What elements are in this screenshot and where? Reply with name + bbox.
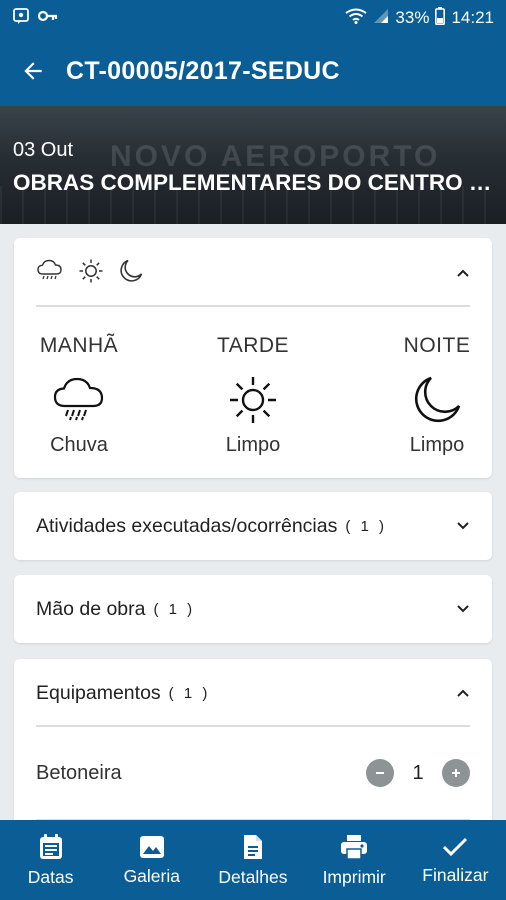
back-button[interactable]	[0, 36, 66, 106]
page-title: CT-00005/2017-SEDUC	[66, 56, 340, 85]
section-equipamentos: Equipamentos ( 1 ) Betoneira 1	[14, 659, 492, 820]
expand-mao-de-obra-button[interactable]	[456, 602, 470, 616]
expand-atividades-button[interactable]	[456, 519, 470, 533]
section-title: Equipamentos	[36, 682, 161, 704]
nav-finalizar[interactable]: Finalizar	[405, 820, 505, 900]
quantity-value: 1	[412, 761, 424, 784]
battery-percent: 33%	[395, 8, 430, 27]
period-condition: Limpo	[409, 434, 465, 456]
app-bar: CT-00005/2017-SEDUC	[0, 36, 506, 106]
quantity-stepper: 1	[366, 759, 470, 787]
content-area: MANHÃ Chuva TARDE Limpo NOITE Limpo Ativ…	[0, 224, 506, 820]
section-count: ( 1 )	[168, 685, 211, 702]
bottom-nav: Datas Galeria Detalhes Imprimir Finaliza…	[0, 820, 506, 900]
section-atividades[interactable]: Atividades executadas/ocorrências ( 1 )	[14, 492, 492, 560]
nav-label: Datas	[27, 866, 74, 887]
weather-card: MANHÃ Chuva TARDE Limpo NOITE Limpo	[14, 238, 492, 478]
section-label: Mão de obra ( 1 )	[36, 598, 195, 621]
period-label: NOITE	[403, 334, 471, 357]
project-banner: NOVO AEROPORTO 03 Out OBRAS COMPLEMENTAR…	[0, 106, 506, 224]
image-icon	[139, 835, 164, 858]
moon-icon	[414, 376, 461, 423]
rain-cloud-icon	[53, 377, 104, 421]
notification-icon	[12, 7, 30, 30]
status-bar: 33% 14:21	[0, 0, 506, 36]
chevron-up-icon	[457, 689, 469, 697]
period-morning: MANHÃ Chuva	[14, 334, 144, 457]
section-label: Equipamentos ( 1 )	[36, 682, 210, 705]
collapse-equipamentos-button[interactable]	[456, 686, 470, 700]
period-icon	[52, 372, 106, 428]
collapse-weather-button[interactable]	[456, 266, 470, 280]
nav-datas[interactable]: Datas	[1, 820, 101, 900]
status-right: 33% 14:21	[345, 6, 494, 30]
nav-imprimir[interactable]: Imprimir	[304, 820, 404, 900]
calendar-icon	[39, 833, 62, 859]
period-condition: Chuva	[50, 434, 108, 456]
increment-button[interactable]	[442, 759, 470, 787]
section-count: ( 1 )	[345, 518, 388, 535]
section-title: Atividades executadas/ocorrências	[36, 515, 338, 537]
nav-label: Imprimir	[322, 866, 386, 887]
nav-label: Detalhes	[218, 866, 288, 887]
nav-label: Galeria	[123, 865, 180, 886]
weather-divider	[36, 305, 470, 307]
banner-background-text: NOVO AEROPORTO	[110, 140, 441, 173]
sun-icon	[230, 377, 276, 423]
chevron-up-icon	[457, 269, 469, 277]
equipment-name: Betoneira	[36, 761, 122, 784]
equipamentos-divider	[36, 725, 470, 727]
banner-title: OBRAS COMPLEMENTARES DO CENTRO DE CONVEN…	[13, 170, 493, 195]
minus-icon	[376, 772, 384, 774]
arrow-back-icon	[24, 62, 42, 80]
period-label: TARDE	[216, 334, 290, 357]
rain-cloud-icon	[37, 259, 62, 280]
period-icon	[411, 372, 463, 428]
chevron-down-icon	[457, 605, 469, 613]
period-condition: Limpo	[225, 434, 281, 456]
status-time: 14:21	[451, 8, 494, 27]
section-mao-de-obra[interactable]: Mão de obra ( 1 )	[14, 575, 492, 643]
period-night: NOITE Limpo	[372, 334, 502, 457]
plus-icon	[452, 769, 460, 777]
status-left	[12, 7, 58, 30]
period-icon	[227, 372, 279, 428]
decrement-button[interactable]	[366, 759, 394, 787]
chevron-down-icon	[457, 522, 469, 530]
wifi-icon	[345, 8, 367, 29]
equipment-row: Betoneira 1	[36, 745, 470, 801]
printer-icon	[341, 834, 368, 860]
period-afternoon: TARDE Limpo	[188, 334, 318, 457]
section-title: Mão de obra	[36, 598, 146, 620]
weather-summary-icons	[36, 258, 144, 284]
key-icon	[37, 8, 58, 28]
sun-icon	[79, 259, 103, 283]
period-label: MANHÃ	[39, 334, 119, 357]
battery-icon	[435, 6, 446, 30]
section-count: ( 1 )	[153, 601, 196, 618]
nav-galeria[interactable]: Galeria	[102, 820, 202, 900]
nav-label: Finalizar	[422, 864, 489, 885]
section-label: Atividades executadas/ocorrências ( 1 )	[36, 515, 387, 538]
document-icon	[243, 834, 262, 859]
nav-detalhes[interactable]: Detalhes	[203, 820, 303, 900]
check-icon	[443, 837, 468, 856]
moon-icon	[120, 259, 143, 282]
signal-icon	[373, 8, 389, 29]
banner-date: 03 Out	[13, 139, 74, 161]
